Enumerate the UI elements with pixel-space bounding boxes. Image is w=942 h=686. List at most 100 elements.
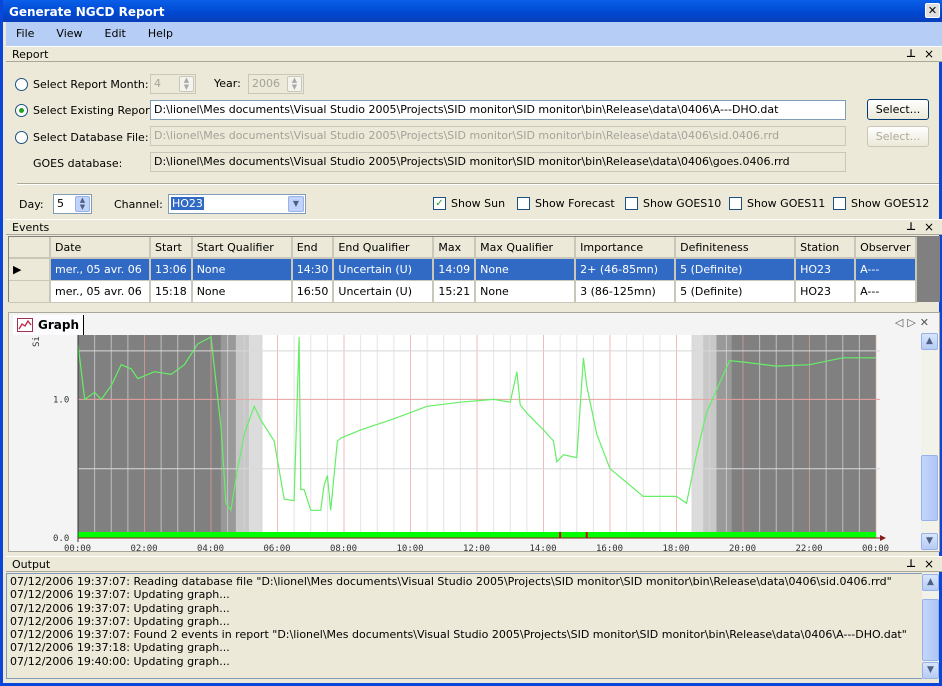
show-sun-checkbox[interactable]: ✓ Show Sun (433, 197, 505, 210)
cell-definiteness[interactable]: 5 (Definite) (675, 280, 797, 303)
month-stepper[interactable]: 4 ▲ ▼ (150, 74, 196, 94)
cell-start-qualifier[interactable]: None (191, 258, 293, 281)
menu-view[interactable]: View (56, 27, 82, 41)
col-start-qualifier[interactable]: Start Qualifier (191, 237, 293, 259)
output-log[interactable]: 07/12/2006 19:37:07: Reading database fi… (6, 573, 923, 679)
menu-edit[interactable]: Edit (105, 27, 126, 41)
channel-select[interactable]: HO23 ▼ (168, 194, 306, 214)
database-file-radio[interactable] (15, 130, 28, 144)
cell-date[interactable]: mer., 05 avr. 06 (50, 258, 151, 281)
select-database-button[interactable]: Select... (867, 126, 929, 147)
output-scrollbar[interactable]: ▲ ▼ (922, 573, 939, 679)
cell-end-qualifier[interactable]: Uncertain (U) (333, 280, 435, 303)
row-selector-icon[interactable]: ▶ (9, 258, 51, 281)
log-line: 07/12/2006 19:37:07: Reading database fi… (10, 575, 892, 588)
database-file-input[interactable]: D:\lionel\Mes documents\Visual Studio 20… (150, 126, 846, 146)
year-stepper[interactable]: 2006 ▲ ▼ (248, 74, 304, 94)
cell-max[interactable]: 15:21 (433, 280, 477, 303)
graph-scrollbar[interactable]: ▲ ▼ (921, 333, 938, 551)
cell-end[interactable]: 16:50 (291, 280, 335, 303)
col-station[interactable]: Station (795, 237, 857, 259)
tab-graph[interactable]: Graph (13, 315, 84, 335)
scroll-thumb[interactable] (921, 455, 938, 521)
close-icon[interactable]: × (924, 557, 934, 571)
close-icon[interactable]: × (924, 47, 934, 61)
col-observer[interactable]: Observer (855, 237, 917, 259)
cell-start-qualifier[interactable]: None (191, 280, 293, 303)
select-report-button[interactable]: Select... (867, 99, 929, 120)
scroll-thumb[interactable] (922, 599, 939, 661)
cell-station[interactable]: HO23 (795, 258, 857, 281)
show-goes11-checkbox[interactable]: Show GOES11 (729, 197, 825, 210)
sun-shading-twilight3 (716, 335, 732, 538)
menu-help[interactable]: Help (148, 27, 173, 41)
checkbox-icon[interactable] (625, 197, 638, 210)
day-stepper[interactable]: 5 ▲ ▼ (53, 194, 92, 214)
existing-report-radio[interactable] (15, 103, 28, 117)
tab-right-icon[interactable]: ▷ (907, 316, 919, 329)
show-forecast-checkbox[interactable]: Show Forecast (517, 197, 615, 210)
cell-start[interactable]: 13:06 (150, 258, 193, 281)
table-row[interactable]: ▶ mer., 05 avr. 06 13:06 None 14:30 Unce… (9, 258, 917, 281)
checkbox-icon[interactable] (517, 197, 530, 210)
cell-importance[interactable]: 3 (86-125mn) (575, 280, 677, 303)
cell-observer[interactable]: A--- (855, 280, 917, 303)
col-max-qualifier[interactable]: Max Qualifier (475, 237, 577, 259)
scroll-down-icon[interactable]: ▼ (922, 662, 939, 679)
pin-icon[interactable]: ⊥ (906, 47, 916, 60)
scroll-down-icon[interactable]: ▼ (921, 533, 938, 550)
cell-max-qualifier[interactable]: None (475, 258, 577, 281)
x-tick-label: 08:00 (330, 544, 357, 551)
close-icon[interactable]: × (924, 220, 934, 234)
col-definiteness[interactable]: Definiteness (675, 237, 797, 259)
col-end-qualifier[interactable]: End Qualifier (333, 237, 435, 259)
pin-icon[interactable]: ⊥ (906, 557, 916, 570)
show-goes12-checkbox[interactable]: Show GOES12 (833, 197, 929, 210)
close-window-button[interactable]: ✕ (925, 3, 940, 18)
col-max[interactable]: Max (433, 237, 477, 259)
menu-file[interactable]: File (16, 27, 34, 41)
cell-end[interactable]: 14:30 (291, 258, 335, 281)
cell-observer[interactable]: A--- (855, 258, 917, 281)
col-start[interactable]: Start (150, 237, 193, 259)
year-spin-button[interactable]: ▲ ▼ (287, 76, 302, 92)
month-spin-button[interactable]: ▲ ▼ (179, 76, 194, 92)
existing-report-input[interactable]: D:\lionel\Mes documents\Visual Studio 20… (150, 100, 846, 120)
goes-database-input[interactable]: D:\lionel\Mes documents\Visual Studio 20… (150, 152, 846, 172)
cell-end-qualifier[interactable]: Uncertain (U) (333, 258, 435, 281)
existing-report-option[interactable]: Select Existing Report: (15, 99, 158, 121)
close-icon[interactable]: ✕ (920, 316, 933, 329)
cell-max[interactable]: 14:09 (433, 258, 477, 281)
signal-chart[interactable]: Si1.00.000:00 02:00 04:00 06:00 08:00 10:00 12… (9, 333, 919, 551)
col-importance[interactable]: Importance (575, 237, 677, 259)
show-goes10-checkbox[interactable]: Show GOES10 (625, 197, 721, 210)
sun-shading-night (78, 335, 221, 538)
checkbox-icon[interactable] (729, 197, 742, 210)
x-tick-label: 00:00 (64, 544, 91, 551)
col-date[interactable]: Date (50, 237, 151, 259)
cell-importance[interactable]: 2+ (46-85mn) (575, 258, 677, 281)
menu-bar: File View Edit Help (6, 22, 942, 46)
col-end[interactable]: End (291, 237, 335, 259)
chevron-down-icon[interactable]: ▼ (288, 196, 304, 212)
scroll-up-icon[interactable]: ▲ (922, 574, 939, 591)
show-sun-label: Show Sun (451, 197, 506, 210)
table-row[interactable]: mer., 05 avr. 06 15:18 None 16:50 Uncert… (9, 280, 917, 303)
report-month-option[interactable]: Select Report Month: (15, 73, 149, 95)
database-file-option[interactable]: Select Database File: (15, 126, 149, 148)
tab-left-icon[interactable]: ◁ (895, 316, 907, 329)
day-spin-button[interactable]: ▲ ▼ (75, 196, 90, 212)
cell-definiteness[interactable]: 5 (Definite) (675, 258, 797, 281)
cell-start[interactable]: 15:18 (150, 280, 193, 303)
report-month-radio[interactable] (15, 77, 28, 91)
cell-station[interactable]: HO23 (795, 280, 857, 303)
show-goes12-label: Show GOES12 (851, 197, 930, 210)
cell-max-qualifier[interactable]: None (475, 280, 577, 303)
row-selector[interactable] (9, 280, 51, 303)
cell-date[interactable]: mer., 05 avr. 06 (50, 280, 151, 303)
title-bar: Generate NGCD Report ✕ (3, 0, 942, 22)
checkbox-checked-icon[interactable]: ✓ (433, 197, 446, 210)
pin-icon[interactable]: ⊥ (906, 220, 916, 233)
scroll-up-icon[interactable]: ▲ (921, 333, 938, 350)
checkbox-icon[interactable] (833, 197, 846, 210)
